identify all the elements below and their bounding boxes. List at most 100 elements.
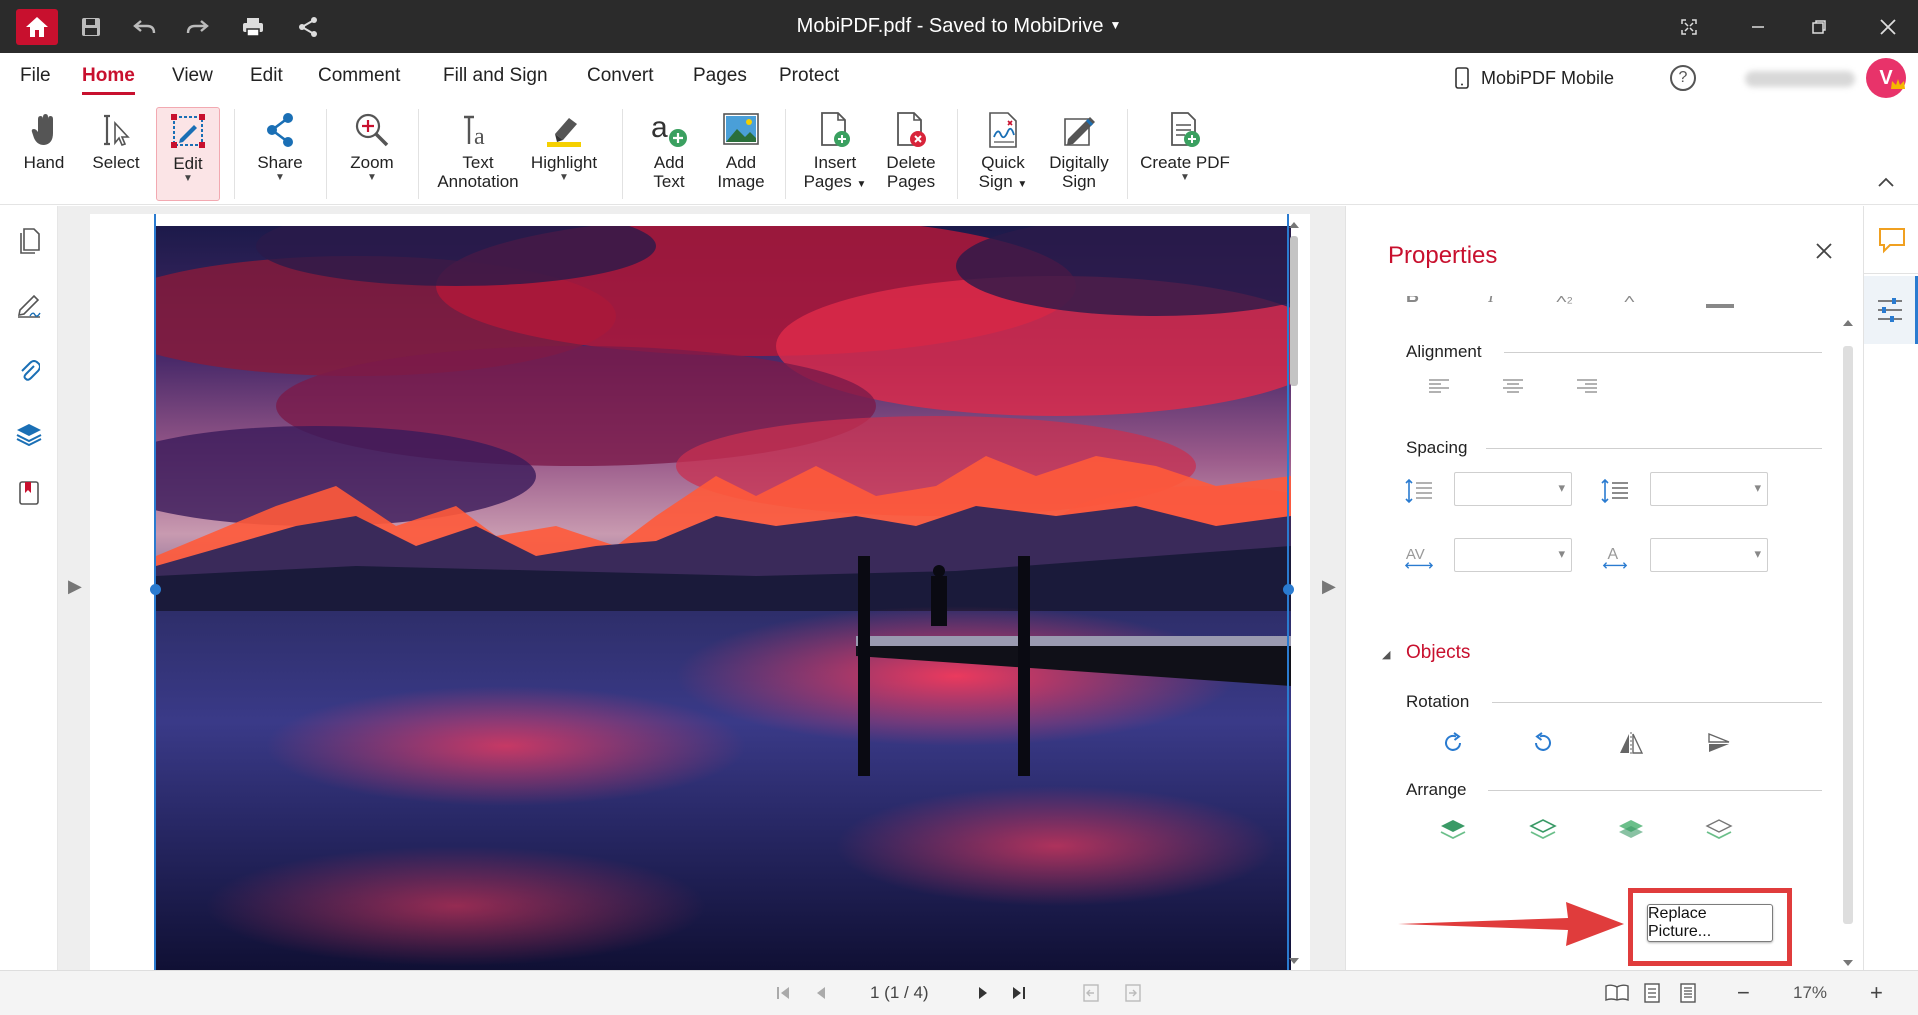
properties-scrollbar[interactable] [1839,316,1857,970]
expand-right-panel-icon[interactable]: ▶ [1322,576,1336,597]
align-center-icon[interactable] [1498,372,1528,402]
svg-text:a: a [474,124,485,148]
svg-text:B: B [1406,296,1419,306]
flip-horizontal-icon[interactable] [1616,728,1646,758]
document-title[interactable]: MobiPDF.pdf - Saved to MobiDrive ▼ [0,15,1918,38]
svg-text:AV: AV [1406,546,1425,563]
delete-pages-button[interactable]: Delete Pages [878,107,944,201]
quick-sign-label-2-row: Sign ▼ [979,172,1028,194]
chevron-down-icon: ▼ [856,179,867,190]
delete-pages-label-1: Delete [886,153,936,172]
quick-sign-label-2: Sign [978,172,1013,191]
single-page-view-icon[interactable] [1643,982,1661,1004]
previous-view-icon[interactable] [1082,982,1102,1004]
page-indicator[interactable]: 1 (1 / 4) [870,982,929,1004]
mobipdf-mobile-link[interactable]: MobiPDF Mobile [1455,67,1614,89]
menu-bar: File Home View Edit Comment Fill and Sig… [0,53,1918,101]
text-annotation-button[interactable]: a Text Annotation [432,107,524,201]
last-page-icon[interactable] [1012,982,1026,1004]
send-to-back-icon[interactable] [1704,816,1734,846]
first-page-icon[interactable] [776,982,790,1004]
close-icon[interactable] [1870,12,1906,42]
quick-sign-button[interactable]: Quick Sign ▼ [970,107,1036,201]
select-label: Select [92,153,140,172]
expand-left-panel-icon[interactable]: ▶ [68,576,82,597]
close-icon[interactable] [1814,236,1834,268]
create-pdf-button[interactable]: Create PDF ▼ [1140,107,1230,201]
menu-view[interactable]: View [172,65,213,87]
menu-fill-and-sign[interactable]: Fill and Sign [443,65,548,87]
menu-file[interactable]: File [20,65,51,87]
document-scrollbar[interactable] [1284,216,1304,970]
menu-protect[interactable]: Protect [779,65,839,87]
edit-label: Edit [173,154,203,173]
insert-pages-button[interactable]: Insert Pages ▼ [800,107,870,201]
bookmark-icon[interactable] [14,478,44,508]
menu-edit[interactable]: Edit [250,65,283,87]
add-image-icon [719,107,763,153]
add-text-button[interactable]: a Add Text [638,107,700,201]
resize-handle-left[interactable] [150,584,161,595]
reading-mode-icon[interactable] [1605,982,1629,1004]
bring-to-front-icon[interactable] [1438,816,1468,846]
add-text-icon: a [647,107,691,153]
replace-picture-button[interactable]: Replace Picture... [1647,904,1773,942]
properties-panel-tab[interactable] [1864,276,1918,344]
zoom-button[interactable]: Zoom ▼ [342,107,402,201]
align-left-icon[interactable] [1424,372,1454,402]
menu-convert[interactable]: Convert [587,65,654,87]
help-icon[interactable]: ? [1670,65,1696,91]
previous-page-icon[interactable] [814,982,826,1004]
continuous-view-icon[interactable] [1679,982,1697,1004]
selected-image[interactable] [156,226,1291,982]
select-tool-button[interactable]: Select [88,107,144,201]
minimize-icon[interactable] [1740,12,1776,42]
fullscreen-icon[interactable] [1671,12,1707,42]
text-cursor-icon [94,107,138,153]
menu-pages[interactable]: Pages [693,65,747,87]
hand-icon [22,107,66,153]
digitally-sign-button[interactable]: Digitally Sign [1043,107,1115,201]
objects-section-title[interactable]: Objects [1406,642,1470,664]
zoom-in-button[interactable]: + [1870,980,1883,1005]
zoom-out-button[interactable]: − [1737,980,1750,1005]
flip-vertical-icon[interactable] [1704,728,1734,758]
attachment-icon[interactable] [14,356,44,386]
comments-panel-tab[interactable] [1864,206,1918,274]
zoom-level[interactable]: 17% [1793,983,1827,1003]
rotate-clockwise-icon[interactable] [1438,728,1468,758]
document-title-text: MobiPDF.pdf - Saved to MobiDrive [796,15,1104,37]
next-view-icon[interactable] [1124,982,1144,1004]
align-right-icon[interactable] [1572,372,1602,402]
maximize-icon[interactable] [1801,12,1837,42]
share-label: Share [257,153,303,172]
next-page-icon[interactable] [978,982,990,1004]
highlight-button[interactable]: Highlight ▼ [528,107,600,201]
line-spacing-select[interactable] [1454,472,1572,506]
right-sidebar [1863,206,1918,970]
menu-home[interactable]: Home [82,65,135,95]
bring-forward-icon[interactable] [1528,816,1558,846]
menu-comment[interactable]: Comment [318,65,400,87]
digital-signature-icon [1057,107,1101,153]
hand-tool-button[interactable]: Hand [18,107,70,201]
document-viewport[interactable]: ▶ ▶ [58,206,1345,982]
sliders-icon [1877,298,1902,322]
collapse-objects-icon[interactable]: ◢ [1382,648,1390,661]
font-scale-select[interactable] [1650,538,1768,572]
rotate-counterclockwise-icon[interactable] [1528,728,1558,758]
share-button[interactable]: Share ▼ [250,107,310,201]
add-image-button[interactable]: Add Image [708,107,774,201]
pages-panel-icon[interactable] [14,226,44,256]
paragraph-spacing-select[interactable] [1650,472,1768,506]
character-spacing-select[interactable] [1454,538,1572,572]
signature-panel-icon[interactable] [14,290,44,320]
avatar[interactable]: V [1866,58,1906,98]
paragraph-spacing-icon [1600,476,1630,506]
edit-tool-button[interactable]: Edit ▼ [156,107,220,201]
chevron-down-icon: ▼ [367,172,377,183]
arrange-label: Arrange [1406,780,1467,799]
send-backward-icon[interactable] [1616,816,1646,846]
collapse-ribbon-icon[interactable] [1878,174,1894,192]
layers-icon[interactable] [14,418,44,448]
